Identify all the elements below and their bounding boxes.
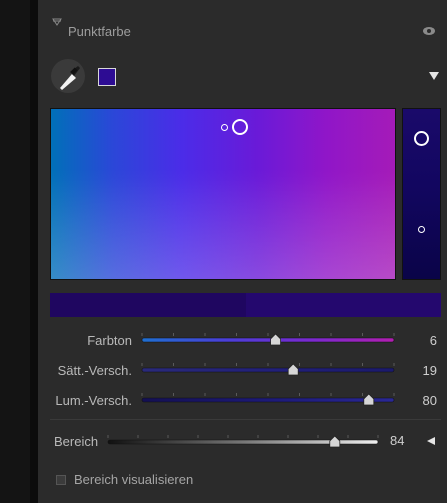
color-range-preview [50,293,441,317]
eyedropper-icon[interactable] [50,58,86,94]
luminance-strip[interactable] [402,108,441,280]
range-preview-left [50,293,246,317]
saturation-shift-value[interactable]: 19 [397,363,437,378]
slider-track[interactable] [141,397,395,403]
left-filmstrip [0,0,30,503]
slider-track[interactable] [141,337,395,343]
slider-thumb[interactable] [363,393,375,406]
range-slider[interactable] [104,430,382,452]
selected-color-swatch[interactable] [98,68,116,86]
hue-label: Farbton [87,333,132,348]
disclosure-triangle-icon[interactable] [52,17,62,27]
range-collapse-triangle-icon[interactable] [426,436,436,446]
hue-value[interactable]: 6 [397,333,437,348]
visualize-range-label[interactable]: Bereich visualisieren [74,472,193,487]
slider-thumb[interactable] [270,333,281,346]
panel-edge [30,0,38,503]
dropdown-triangle-icon[interactable] [428,71,440,81]
section-divider [50,419,441,420]
range-value[interactable]: 84 [390,433,404,448]
luminance-point-large[interactable] [414,131,429,146]
sample-point-large[interactable] [232,119,248,135]
luminance-shift-slider[interactable] [138,390,398,410]
luminance-point-small[interactable] [418,226,425,233]
range-label: Bereich [54,434,99,449]
slider-thumb[interactable] [329,435,341,448]
saturation-shift-label: Sätt.-Versch. [57,363,132,378]
point-color-panel: Punktfarbe Farbton 6 Sätt.-Versch. 19 Lu… [38,0,447,503]
color-field[interactable] [50,108,396,280]
panel-header[interactable]: Punktfarbe [38,0,447,42]
luminance-shift-label: Lum.-Versch. [55,393,132,408]
hue-slider[interactable] [138,330,398,350]
slider-thumb[interactable] [287,363,299,376]
luminance-shift-value[interactable]: 80 [397,393,437,408]
visualize-range-checkbox[interactable] [56,475,66,485]
panel-title: Punktfarbe [68,24,131,39]
slider-track[interactable] [141,367,395,373]
eye-icon[interactable] [422,24,436,38]
sample-point-small[interactable] [221,124,228,131]
saturation-shift-slider[interactable] [138,360,398,380]
